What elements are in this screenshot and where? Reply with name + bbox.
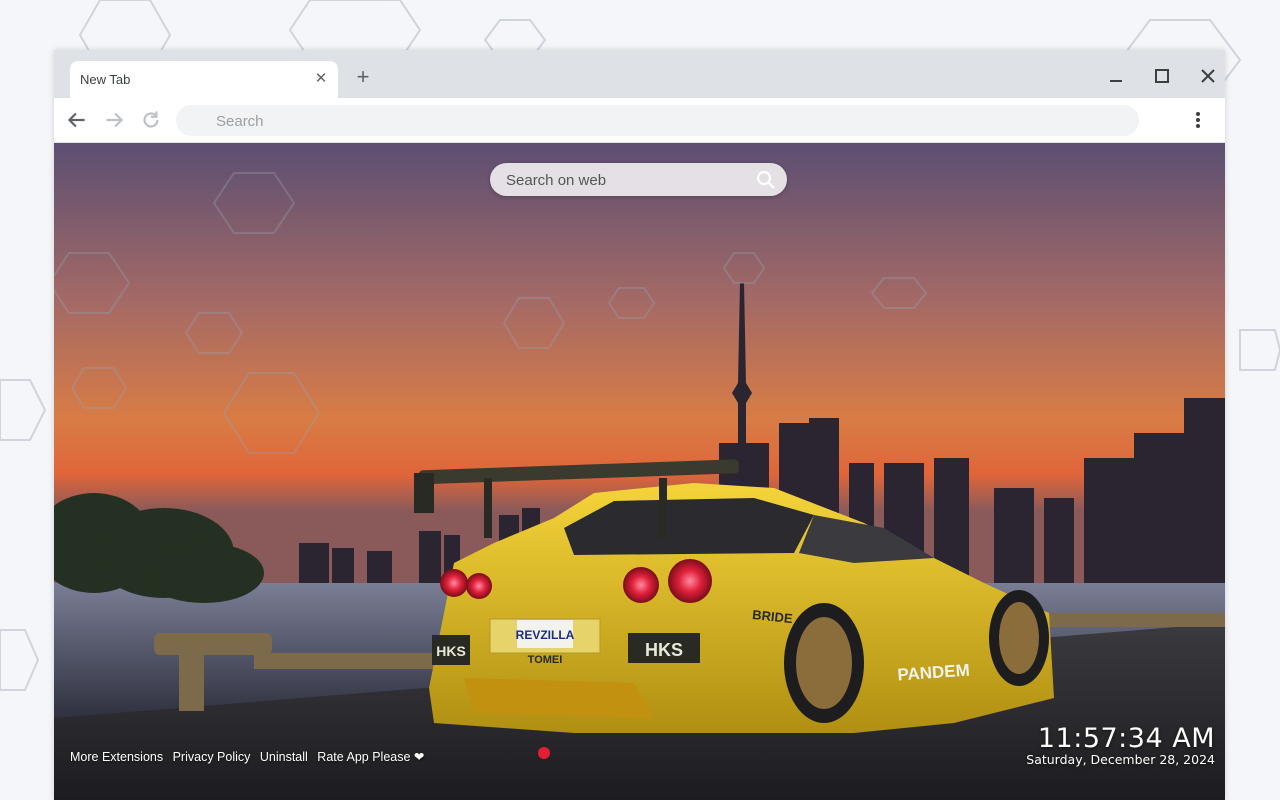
clock-time: 11:57:34 AM xyxy=(1037,723,1215,754)
footer-links: More Extensions Privacy Policy Uninstall… xyxy=(70,749,430,764)
rate-app-link[interactable]: Rate App Please ❤ xyxy=(317,750,424,764)
close-window-icon[interactable] xyxy=(1196,64,1220,88)
web-search-box[interactable] xyxy=(490,163,787,198)
svg-text:REVZILLA: REVZILLA xyxy=(516,628,575,642)
wallpaper-image: REVZILLA TOMEI HKS HKS BRIDE PANDEM xyxy=(54,143,1225,800)
more-extensions-link[interactable]: More Extensions xyxy=(70,750,163,764)
tab-title: New Tab xyxy=(80,72,131,87)
web-search-input[interactable] xyxy=(504,163,748,198)
svg-text:TOMEI: TOMEI xyxy=(528,654,563,666)
address-input[interactable] xyxy=(214,105,1118,138)
svg-text:HKS: HKS xyxy=(436,643,466,659)
forward-arrow-icon[interactable] xyxy=(101,107,127,133)
tab-close-icon[interactable]: ✕ xyxy=(312,70,330,88)
newtab-page: REVZILLA TOMEI HKS HKS BRIDE PANDEM Sear… xyxy=(54,143,1225,800)
minimize-icon[interactable] xyxy=(1104,64,1128,88)
more-menu-icon[interactable] xyxy=(1188,109,1208,131)
browser-window: New Tab ✕ + Search REVZILLA TOMEI HKS HK… xyxy=(54,50,1225,800)
tab-new-tab[interactable]: New Tab ✕ xyxy=(70,61,338,98)
svg-text:HKS: HKS xyxy=(645,640,683,660)
search-icon[interactable] xyxy=(756,170,776,190)
browser-toolbar xyxy=(54,98,1225,142)
tab-strip: New Tab ✕ + xyxy=(54,50,1225,98)
new-tab-button[interactable]: + xyxy=(352,66,374,88)
clock-date: Saturday, December 28, 2024 xyxy=(1026,752,1215,767)
clock-widget: 11:57:34 AM Saturday, December 28, 2024 xyxy=(1026,723,1215,767)
reload-icon[interactable] xyxy=(138,107,164,133)
back-arrow-icon[interactable] xyxy=(64,107,90,133)
maximize-icon[interactable] xyxy=(1150,64,1174,88)
uninstall-link[interactable]: Uninstall xyxy=(260,750,308,764)
privacy-policy-link[interactable]: Privacy Policy xyxy=(173,750,251,764)
address-bar[interactable] xyxy=(176,105,1139,138)
